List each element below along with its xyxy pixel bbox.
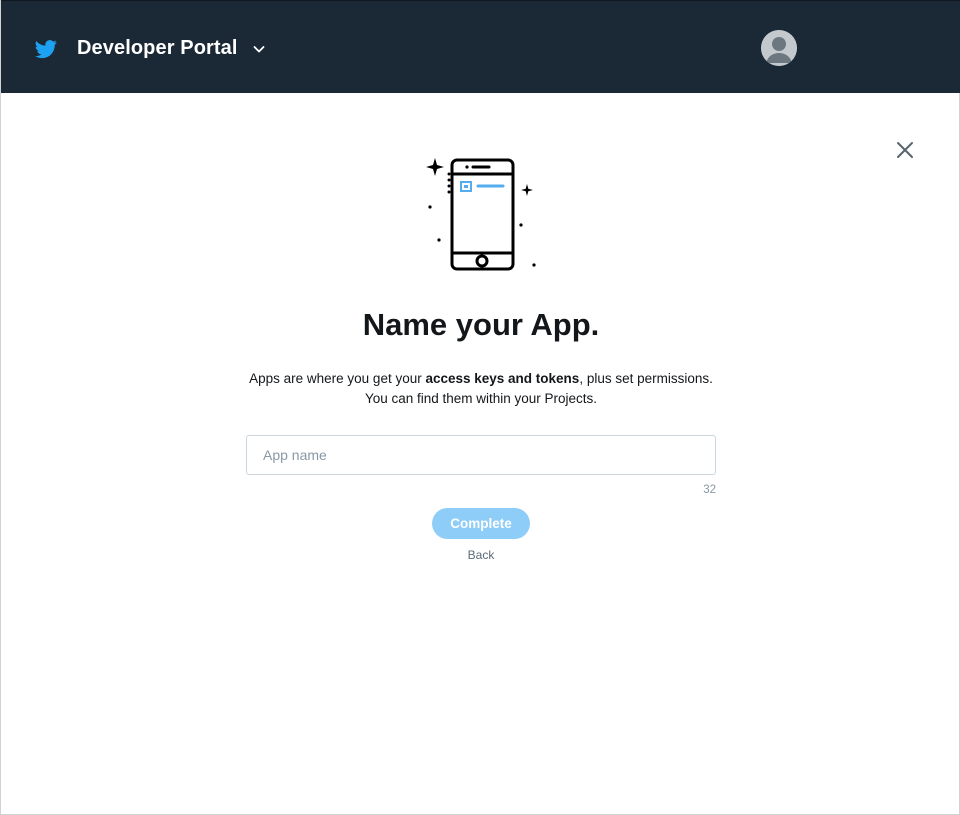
back-link[interactable]: Back <box>431 548 531 562</box>
portal-title: Developer Portal <box>77 37 238 59</box>
chevron-down-icon <box>252 42 266 56</box>
complete-button[interactable]: Complete <box>432 508 530 539</box>
description-text-2: , plus set permissions. <box>579 371 713 386</box>
user-avatar-icon[interactable] <box>761 30 797 66</box>
app-window: Developer Portal Name your App. Apps are… <box>0 0 960 815</box>
dialog-heading: Name your App. <box>362 307 600 342</box>
smartphone-sparkle-icon <box>421 153 541 275</box>
developer-portal-menu[interactable]: Developer Portal <box>35 37 266 60</box>
top-navigation-bar: Developer Portal <box>1 0 960 93</box>
close-icon[interactable] <box>893 138 917 162</box>
twitter-bird-icon <box>35 38 57 60</box>
dialog-description: Apps are where you get your access keys … <box>1 369 960 409</box>
app-name-input[interactable] <box>246 435 716 475</box>
description-text-1: Apps are where you get your <box>249 371 426 386</box>
char-counter: 32 <box>703 484 716 496</box>
description-line-2: You can find them within your Projects. <box>364 391 598 406</box>
description-bold-text: access keys and tokens <box>425 371 580 386</box>
